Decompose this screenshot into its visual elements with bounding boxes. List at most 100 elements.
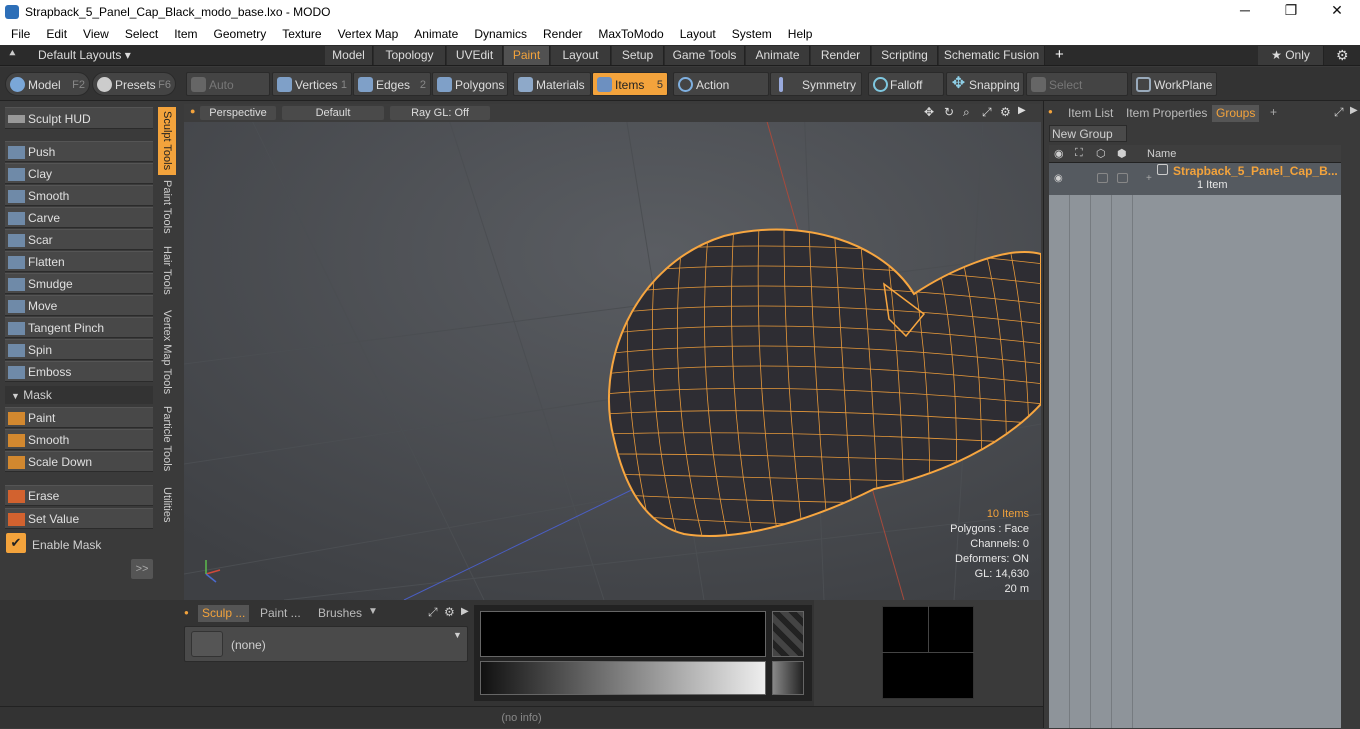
menu-edit[interactable]: Edit (38, 27, 75, 41)
tab-paint[interactable]: Paint (504, 46, 550, 65)
viewport-gear-icon[interactable]: ⚙ (1000, 105, 1011, 119)
menu-file[interactable]: File (0, 27, 38, 41)
gear-icon[interactable]: ⚙ (1336, 47, 1349, 64)
tab-topology[interactable]: Topology (374, 46, 446, 65)
brush-panel-gear-icon[interactable]: ⚙ (444, 605, 455, 619)
minimize-button[interactable]: ─ (1222, 0, 1268, 23)
tab-vertex-map-tools[interactable]: Vertex Map Tools (158, 305, 176, 399)
brush-panel-dot-icon[interactable]: ● (184, 608, 198, 617)
tab-animate[interactable]: Animate (746, 46, 810, 65)
render-toggle[interactable] (1097, 173, 1108, 183)
menu-texture[interactable]: Texture (274, 27, 329, 41)
tab-game-tools[interactable]: Game Tools (665, 46, 745, 65)
maximize-view-icon[interactable]: ⤢ (982, 105, 992, 120)
tab-model[interactable]: Model (325, 46, 373, 65)
menu-view[interactable]: View (75, 27, 117, 41)
tab-paint[interactable]: Paint ... (256, 605, 305, 622)
viewport-dot-icon[interactable]: ● (190, 106, 195, 116)
tool-clay-button[interactable]: Clay (5, 163, 153, 184)
zoom-view-icon[interactable]: ⌕ (963, 105, 970, 120)
brush-preset-dropdown[interactable]: (none) ▼ (184, 626, 468, 662)
add-panel-tab-button[interactable]: + (1270, 105, 1277, 119)
menu-layout[interactable]: Layout (672, 27, 724, 41)
panel-dot-icon[interactable]: ● (1048, 107, 1053, 116)
close-button[interactable]: ✕ (1314, 0, 1360, 23)
tab-utilities[interactable]: Utilities (158, 481, 176, 529)
expand-button[interactable]: >> (131, 559, 153, 579)
tool-tangent-pinch-button[interactable]: Tangent Pinch (5, 317, 153, 338)
move-view-icon[interactable]: ✥ (924, 105, 934, 119)
menu-animate[interactable]: Animate (406, 27, 466, 41)
tab-paint-tools[interactable]: Paint Tools (158, 177, 176, 237)
menu-select[interactable]: Select (117, 27, 166, 41)
mask-paint-button[interactable]: Paint (5, 407, 153, 428)
tool-move-button[interactable]: Move (5, 295, 153, 316)
select-through-button[interactable]: Select Through (1026, 72, 1128, 116)
tool-smudge-button[interactable]: Smudge (5, 273, 153, 294)
menu-item[interactable]: Item (166, 27, 205, 41)
tool-flatten-button[interactable]: Flatten (5, 251, 153, 272)
action-center-button[interactable]: Action Center (673, 72, 769, 116)
color-swatch[interactable] (480, 611, 766, 657)
groups-list[interactable]: ◉ ⛶ ⬡ ⬢ Name ◉ + Strapback_5_Panel_Cap_B… (1049, 145, 1341, 728)
enable-mask-checkbox[interactable]: ✔ (6, 533, 26, 553)
symmetry-button[interactable]: Symmetry (770, 72, 862, 96)
tab-sculpt[interactable]: Sculp ... (198, 605, 250, 622)
tab-sculpt-tools[interactable]: Sculpt Tools (158, 107, 176, 175)
panel-menu-arrow-icon[interactable]: ▶ (1350, 105, 1358, 116)
new-group-button[interactable]: New Group (1049, 125, 1127, 142)
maximize-button[interactable]: ❐ (1268, 0, 1314, 23)
tab-item-properties[interactable]: Item Properties (1122, 105, 1211, 122)
presets-button[interactable]: Presets F6 (92, 72, 176, 96)
model-button[interactable]: Model F2 (5, 72, 90, 96)
select-toggle[interactable] (1117, 173, 1128, 183)
tab-scripting[interactable]: Scripting (872, 46, 938, 65)
mask-set-value-button[interactable]: Set Value (5, 508, 153, 529)
polygons-button[interactable]: Polygons (432, 72, 508, 96)
tool-carve-button[interactable]: Carve (5, 207, 153, 228)
vertices-button[interactable]: Vertices 1 (272, 72, 352, 96)
tab-groups[interactable]: Groups (1212, 105, 1260, 122)
only-toggle[interactable]: ★ Only (1258, 46, 1324, 65)
workplane-button[interactable]: WorkPlane (1131, 72, 1217, 96)
tab-render[interactable]: Render (811, 46, 871, 65)
visibility-column-icon[interactable]: ◉ (1054, 147, 1064, 160)
brush-panel-expand-icon[interactable]: ⤢ (428, 605, 438, 620)
viewport-menu-arrow-icon[interactable]: ▶ (1018, 105, 1026, 116)
tab-particle-tools[interactable]: Particle Tools (158, 403, 176, 475)
menu-dynamics[interactable]: Dynamics (466, 27, 535, 41)
view-perspective-dropdown[interactable]: Perspective (200, 106, 276, 120)
menu-maxtomodo[interactable]: MaxToModo (590, 27, 671, 41)
select-column-icon[interactable]: ⬢ (1117, 147, 1127, 160)
edges-button[interactable]: Edges 2 (353, 72, 431, 96)
mask-scale-down-button[interactable]: Scale Down (5, 451, 153, 472)
tool-emboss-button[interactable]: Emboss (5, 361, 153, 382)
panel-expand-icon[interactable]: ⤢ (1334, 105, 1344, 120)
lock-column-icon[interactable]: ⛶ (1075, 147, 1083, 160)
falloff-button[interactable]: Falloff (868, 72, 944, 96)
tab-schematic-fusion[interactable]: Schematic Fusion (939, 46, 1045, 65)
visibility-toggle-icon[interactable]: ◉ (1054, 173, 1063, 184)
tab-uvedit[interactable]: UVEdit (447, 46, 503, 65)
tool-scar-button[interactable]: Scar (5, 229, 153, 250)
materials-button[interactable]: Materials (513, 72, 591, 96)
expand-group-icon[interactable]: + (1146, 173, 1152, 184)
default-layouts-dropdown[interactable]: Default Layouts ▾ (38, 48, 131, 62)
alpha-gradient[interactable] (772, 661, 804, 695)
add-tab-button[interactable]: + (1055, 46, 1064, 63)
tab-hair-tools[interactable]: Hair Tools (158, 241, 176, 299)
snapping-button[interactable]: ✥ Snapping (946, 72, 1024, 96)
items-button[interactable]: Items 5 (592, 72, 668, 96)
menu-help[interactable]: Help (780, 27, 821, 41)
tab-setup[interactable]: Setup (612, 46, 664, 65)
mask-section-header[interactable]: ▼ Mask (5, 386, 153, 404)
mask-smooth-button[interactable]: Smooth (5, 429, 153, 450)
tab-item-list[interactable]: Item List (1064, 105, 1117, 122)
menu-vertex-map[interactable]: Vertex Map (330, 27, 407, 41)
tab-brushes[interactable]: Brushes (314, 605, 366, 622)
alpha-swatch[interactable] (772, 611, 804, 657)
group-row[interactable]: ◉ + Strapback_5_Panel_Cap_B... 1 Item (1049, 163, 1341, 195)
menu-render[interactable]: Render (535, 27, 590, 41)
mask-erase-button[interactable]: Erase (5, 485, 153, 506)
menu-system[interactable]: System (724, 27, 780, 41)
